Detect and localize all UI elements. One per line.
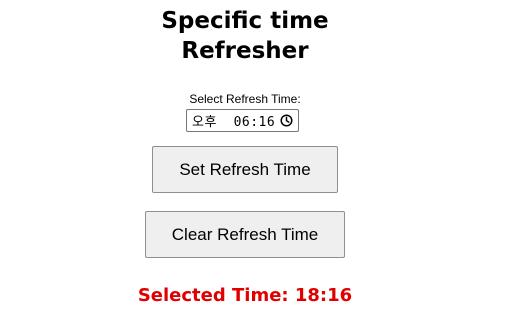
set-refresh-time-button[interactable]: Set Refresh Time [152, 146, 338, 193]
refresh-time-label: Select Refresh Time: [189, 92, 301, 106]
clock-icon[interactable] [280, 114, 293, 127]
refresh-time-input[interactable]: 오후 06:16 [186, 109, 299, 132]
page-title: Specific time Refresher [0, 6, 490, 66]
page-title-line-1: Specific time [161, 8, 329, 34]
refresh-time-value: 오후 06:16 [192, 115, 276, 130]
clear-refresh-time-button[interactable]: Clear Refresh Time [145, 211, 345, 258]
page-title-line-2: Refresher [181, 38, 309, 64]
selected-time-text: Selected Time: 18:16 [137, 285, 353, 306]
